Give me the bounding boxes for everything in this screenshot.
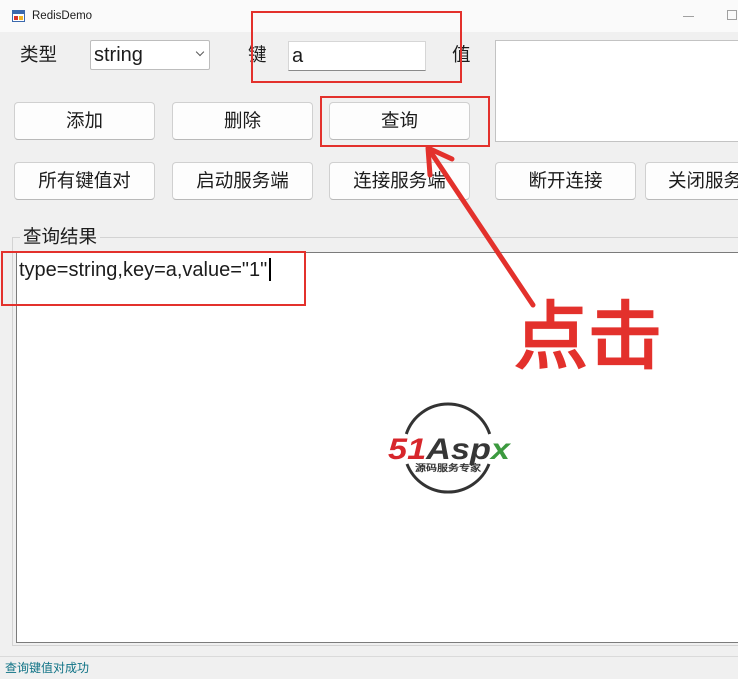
result-group-label: 查询结果 (20, 226, 101, 248)
logo-wordmark: 51 Asp x (388, 433, 512, 466)
logo-word: Asp (425, 433, 491, 466)
status-message: 查询键值对成功 (5, 661, 90, 675)
add-button[interactable]: 添加 (14, 102, 155, 140)
result-text[interactable]: type=string,key=a,value="1" (19, 259, 267, 281)
minimize-icon[interactable] (683, 16, 694, 17)
logo-tagline: 源码服务专家 (415, 462, 482, 474)
app-icon (12, 10, 25, 22)
title-bar[interactable]: RedisDemo (0, 0, 738, 32)
type-combobox[interactable]: string (90, 40, 210, 70)
disconnect-button[interactable]: 断开连接 (495, 162, 636, 200)
type-label: 类型 (20, 44, 58, 65)
value-label: 值 (452, 44, 471, 65)
all-pairs-button[interactable]: 所有键值对 (14, 162, 155, 200)
key-input[interactable]: a (288, 41, 426, 71)
logo-tail: x (489, 433, 512, 466)
result-line[interactable]: type=string,key=a,value="1" (19, 257, 272, 283)
logo-ring-top (404, 402, 492, 435)
key-label: 键 (248, 44, 267, 65)
delete-button[interactable]: 删除 (172, 102, 313, 140)
status-bar: 查询键值对成功 (0, 656, 738, 679)
text-caret (269, 258, 272, 281)
window-title: RedisDemo (32, 10, 93, 22)
close-service-button[interactable]: 关闭服务 (645, 162, 738, 200)
maximize-icon[interactable] (727, 10, 737, 20)
type-combobox-value[interactable]: string (94, 41, 143, 69)
result-textbox[interactable]: type=string,key=a,value="1" (16, 252, 738, 643)
watermark-logo: 51 Asp x 源码服务专家 (388, 402, 512, 494)
logo-number: 51 (388, 433, 426, 466)
chevron-down-icon[interactable] (195, 47, 205, 57)
connect-server-button[interactable]: 连接服务端 (329, 162, 470, 200)
start-server-button[interactable]: 启动服务端 (172, 162, 313, 200)
value-input[interactable] (495, 40, 738, 142)
query-button[interactable]: 查询 (329, 102, 470, 140)
